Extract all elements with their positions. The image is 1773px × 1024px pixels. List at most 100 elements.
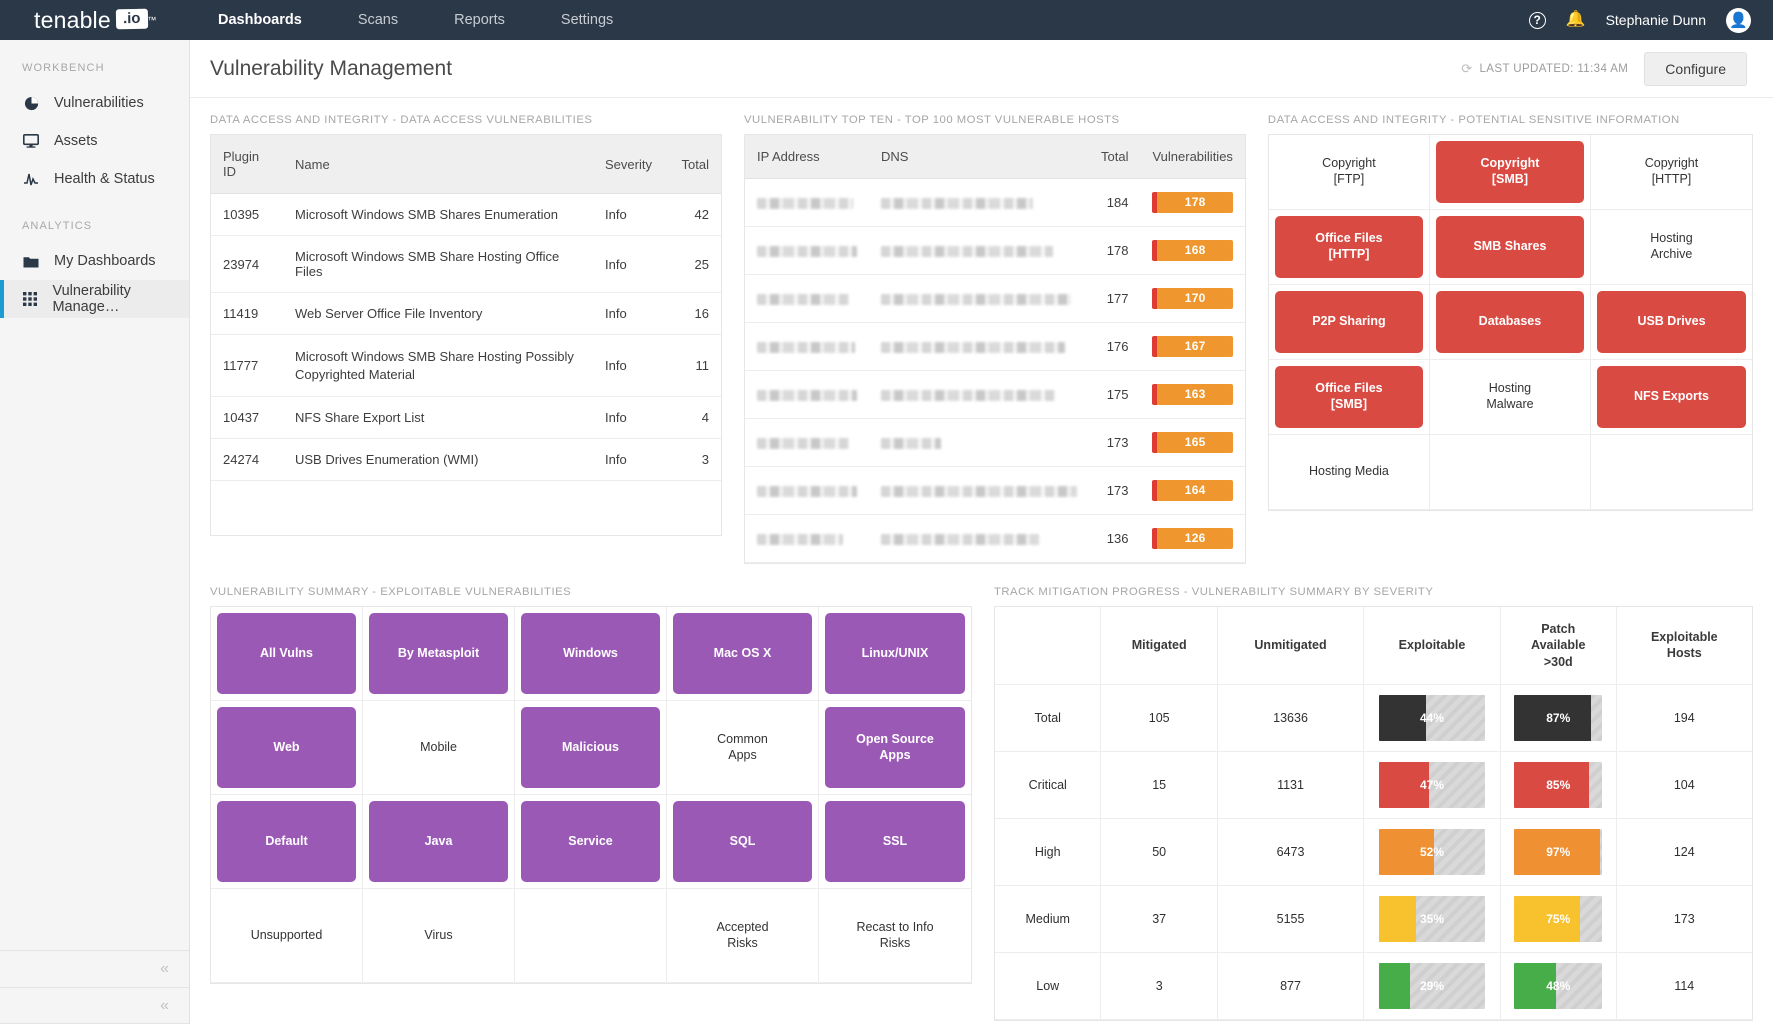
nav-item-reports[interactable]: Reports [426, 0, 533, 40]
sensitive-info-tile[interactable]: Hosting Archive [1597, 216, 1746, 278]
table-row[interactable]: 173 164 [745, 466, 1245, 515]
exploitable-tile[interactable]: Linux/UNIX [825, 613, 965, 694]
exploitable-tile[interactable]: Web [217, 707, 356, 788]
col-name[interactable]: Name [283, 135, 593, 194]
exploitable-tile[interactable]: Recast to Info Risks [825, 895, 965, 976]
exploitable-progress-bar[interactable]: 44% [1378, 694, 1486, 741]
exploitable-progress-bar[interactable]: 29% [1378, 962, 1486, 1009]
exploitable-tile[interactable]: Mobile [369, 707, 508, 788]
vulnerability-count-bar[interactable]: 170 [1152, 288, 1233, 309]
sensitive-info-tile[interactable]: USB Drives [1596, 291, 1746, 353]
table-row[interactable]: 184 178 [745, 178, 1245, 227]
table-row[interactable]: High 50 6473 52% 97% 124 [995, 818, 1752, 886]
refresh-icon[interactable]: ⟳ [1461, 61, 1472, 77]
patch-available-progress-bar[interactable]: 48% [1514, 962, 1603, 1009]
sidebar-item-assets[interactable]: Assets [0, 122, 189, 160]
exploitable-tile[interactable]: Open Source Apps [825, 707, 965, 788]
configure-button[interactable]: Configure [1644, 51, 1747, 86]
vulnerability-count-bar[interactable]: 126 [1152, 528, 1233, 549]
sensitive-info-tile[interactable]: Office Files [HTTP] [1274, 216, 1423, 278]
sidebar-item-health-status[interactable]: Health & Status [0, 160, 189, 198]
sidebar-item-vulnerability-management[interactable]: Vulnerability Manage… [0, 280, 189, 318]
col-patch-available-30d[interactable]: Patch Available >30d [1500, 607, 1617, 685]
exploitable-tile[interactable]: Default [217, 801, 356, 882]
col-total[interactable]: Total [665, 135, 721, 194]
sensitive-info-tile[interactable]: Databases [1435, 291, 1584, 353]
sensitive-info-tile[interactable]: Copyright [FTP] [1275, 141, 1423, 203]
sensitive-info-tile[interactable]: Copyright [HTTP] [1597, 141, 1746, 203]
table-row[interactable]: 173 165 [745, 418, 1245, 467]
exploitable-tile[interactable]: Unsupported [217, 895, 356, 976]
vulnerability-count-bar[interactable]: 167 [1152, 336, 1233, 357]
sidebar-item-my-dashboards[interactable]: My Dashboards [0, 242, 189, 280]
table-row[interactable]: 11777 Microsoft Windows SMB Share Hostin… [211, 334, 721, 398]
table-row[interactable]: 24274 USB Drives Enumeration (WMI) Info … [211, 438, 721, 482]
sidebar-item-vulnerabilities[interactable]: Vulnerabilities [0, 84, 189, 122]
col-ip-address[interactable]: IP Address [745, 135, 869, 179]
notification-bell-icon[interactable]: 🔔 [1566, 12, 1586, 28]
col-vulnerabilities[interactable]: Vulnerabilities [1140, 135, 1245, 179]
table-row[interactable]: 178 168 [745, 226, 1245, 275]
exploitable-tile[interactable]: Accepted Risks [673, 895, 812, 976]
exploitable-tile[interactable]: All Vulns [217, 613, 356, 694]
exploitable-tile[interactable]: Service [521, 801, 660, 882]
sensitive-info-tile[interactable]: SMB Shares [1435, 216, 1584, 278]
col-severity[interactable] [995, 607, 1102, 685]
vulnerability-count-bar[interactable]: 165 [1152, 432, 1233, 453]
exploitable-tile[interactable]: Malicious [521, 707, 660, 788]
sidebar-collapse-button-upper[interactable]: « [0, 950, 189, 987]
nav-item-settings[interactable]: Settings [533, 0, 641, 40]
exploitable-tile[interactable]: SQL [673, 801, 812, 882]
table-row[interactable]: 10437 NFS Share Export List Info 4 [211, 396, 721, 440]
user-avatar-icon[interactable]: 👤 [1726, 7, 1751, 33]
col-mitigated[interactable]: Mitigated [1100, 607, 1218, 685]
table-row[interactable]: 10395 Microsoft Windows SMB Shares Enume… [211, 193, 721, 236]
vulnerability-count-bar[interactable]: 164 [1152, 480, 1233, 501]
table-row[interactable]: 177 170 [745, 274, 1245, 323]
exploitable-tile[interactable]: Java [369, 801, 508, 882]
exploitable-progress-bar[interactable]: 52% [1378, 828, 1486, 875]
patch-available-progress-bar[interactable]: 75% [1514, 895, 1603, 942]
patch-available-progress-bar[interactable]: 85% [1514, 761, 1603, 808]
sidebar-collapse-button-lower[interactable]: « [0, 987, 189, 1024]
col-plugin-id[interactable]: Plugin ID [211, 135, 283, 194]
table-row[interactable]: 23974 Microsoft Windows SMB Share Hostin… [211, 235, 721, 293]
exploitable-progress-bar[interactable]: 47% [1378, 761, 1486, 808]
exploitable-tile[interactable]: SSL [825, 801, 965, 882]
sensitive-info-tile[interactable]: P2P Sharing [1274, 291, 1423, 353]
col-unmitigated[interactable]: Unmitigated [1217, 607, 1365, 685]
patch-available-progress-bar[interactable]: 87% [1514, 694, 1603, 741]
sensitive-info-tile[interactable]: Office Files [SMB] [1274, 366, 1423, 428]
exploitable-progress-bar[interactable]: 35% [1378, 895, 1486, 942]
table-row[interactable]: 136 126 [745, 514, 1245, 563]
sensitive-info-tile[interactable]: Hosting Malware [1436, 366, 1584, 428]
table-row[interactable]: Medium 37 5155 35% 75% 173 [995, 885, 1752, 953]
table-row[interactable]: 11419 Web Server Office File Inventory I… [211, 292, 721, 335]
col-exploitable-hosts[interactable]: Exploitable Hosts [1616, 607, 1752, 685]
vulnerability-count-bar[interactable]: 163 [1152, 384, 1233, 405]
exploitable-tile[interactable]: Mac OS X [673, 613, 812, 694]
exploitable-tile[interactable]: Common Apps [673, 707, 812, 788]
table-row[interactable]: Total 105 13636 44% 87% 194 [995, 684, 1752, 752]
patch-available-progress-bar[interactable]: 97% [1514, 828, 1603, 875]
table-row[interactable]: Critical 15 1131 47% 85% 104 [995, 751, 1752, 819]
nav-item-scans[interactable]: Scans [330, 0, 426, 40]
exploitable-tile[interactable]: Virus [369, 895, 508, 976]
question-icon[interactable]: ? [1528, 11, 1546, 29]
col-total[interactable]: Total [1089, 135, 1141, 179]
col-severity[interactable]: Severity [593, 135, 665, 194]
table-row[interactable]: 175 163 [745, 370, 1245, 419]
sensitive-info-tile[interactable]: NFS Exports [1596, 366, 1746, 428]
table-row[interactable]: Low 3 877 29% 48% 114 [995, 952, 1752, 1020]
table-row[interactable]: 176 167 [745, 322, 1245, 371]
col-dns[interactable]: DNS [869, 135, 1089, 179]
vulnerability-count-bar[interactable]: 178 [1152, 192, 1233, 213]
exploitable-tile[interactable]: Windows [521, 613, 660, 694]
sensitive-info-tile[interactable]: Copyright [SMB] [1435, 141, 1584, 203]
exploitable-tile[interactable]: By Metasploit [369, 613, 508, 694]
nav-item-dashboards[interactable]: Dashboards [190, 0, 330, 40]
vulnerability-count-bar[interactable]: 168 [1152, 240, 1233, 261]
col-exploitable[interactable]: Exploitable [1363, 607, 1501, 685]
brand-logo[interactable]: tenable .io ™ [0, 7, 190, 34]
sensitive-info-tile[interactable]: Hosting Media [1275, 441, 1423, 503]
